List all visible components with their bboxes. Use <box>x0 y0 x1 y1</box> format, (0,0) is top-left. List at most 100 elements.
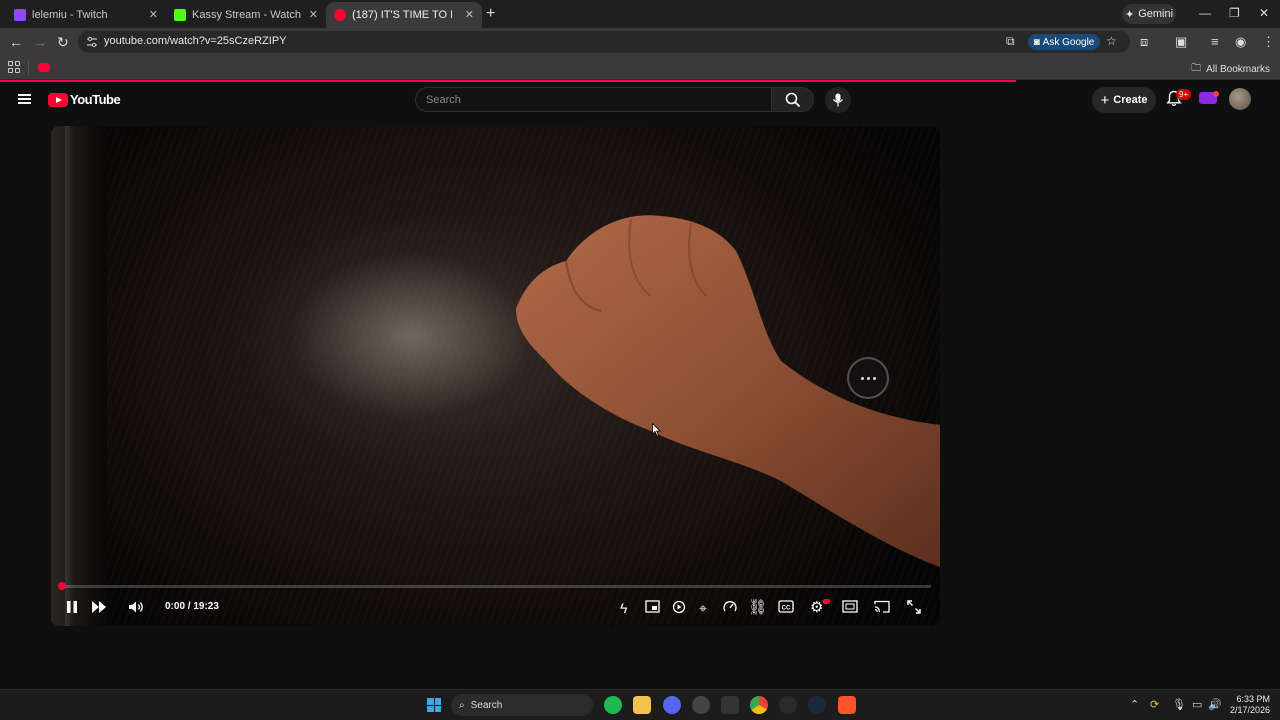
search-field[interactable] <box>415 87 772 112</box>
file-explorer-icon[interactable] <box>633 696 651 714</box>
speaker-icon[interactable]: 🔊 <box>1208 698 1222 711</box>
link-icon[interactable]: ⛓ <box>748 600 767 616</box>
time-display: 0:00 / 19:23 <box>165 601 219 612</box>
close-tab-icon[interactable]: ✕ <box>149 8 158 21</box>
menu-icon[interactable]: ⋮ <box>1262 34 1275 50</box>
app-icon[interactable] <box>779 696 797 714</box>
voice-search-button[interactable] <box>825 87 851 113</box>
create-label: Create <box>1113 94 1148 106</box>
search-input[interactable] <box>426 94 756 106</box>
side-panel-icon[interactable]: ▣ <box>1175 34 1187 50</box>
clip-icon[interactable]: ⌖ <box>699 600 707 616</box>
youtube-bookmark-icon[interactable] <box>38 63 50 72</box>
restore-button[interactable]: ❐ <box>1229 6 1240 20</box>
mouse-cursor-icon <box>652 423 661 437</box>
tab-youtube[interactable]: (187) IT'S TIME TO MOVE O ✕ <box>326 2 482 28</box>
extensions-icon[interactable]: ⧈ <box>1140 34 1148 50</box>
youtube-icon <box>334 9 346 21</box>
reading-list-icon[interactable]: ≡ <box>1211 34 1219 49</box>
seek-knob[interactable] <box>58 582 66 590</box>
apps-grid-icon[interactable] <box>8 61 20 73</box>
show-hidden-icons[interactable]: ⌃ <box>1130 698 1139 711</box>
search-button[interactable] <box>771 87 814 112</box>
discord-icon[interactable] <box>663 696 681 714</box>
browser-tab-strip: lelemiu - Twitch ✕ Kassy Stream - Watch … <box>0 0 1280 28</box>
guide-menu-icon[interactable] <box>18 94 31 104</box>
tab-title: Kassy Stream - Watch Live on K <box>192 9 302 21</box>
close-tab-icon[interactable]: ✕ <box>309 8 318 21</box>
gemini-button[interactable]: ✦ Gemini <box>1122 4 1176 24</box>
omnibox[interactable]: youtube.com/watch?v=25sCzeRZIPY ⧉ ◙ Ask … <box>78 31 1130 53</box>
captions-icon[interactable]: CC <box>778 600 794 613</box>
seek-bar[interactable] <box>58 582 931 590</box>
tab-title: lelemiu - Twitch <box>32 9 108 21</box>
settings-gear-icon[interactable]: ⚙ <box>810 600 823 616</box>
brave-icon[interactable] <box>838 696 856 714</box>
minimize-button[interactable]: — <box>1199 6 1211 20</box>
svg-text:CC: CC <box>782 606 791 612</box>
clock-date: 2/17/2026 <box>1229 705 1270 715</box>
theater-mode-icon[interactable] <box>842 600 858 613</box>
address-toolbar: ← → ↻ youtube.com/watch?v=25sCzeRZIPY ⧉ … <box>0 28 1280 56</box>
create-button[interactable]: + Create <box>1092 87 1156 113</box>
steam-icon[interactable] <box>808 696 826 714</box>
close-window-button[interactable]: ✕ <box>1259 6 1269 20</box>
reload-button[interactable]: ↻ <box>57 34 69 51</box>
search-icon <box>785 92 800 107</box>
lightning-icon[interactable]: ϟ <box>620 600 627 616</box>
ask-google-button[interactable]: ◙ Ask Google <box>1028 34 1100 50</box>
miniplayer-icon[interactable] <box>645 600 660 613</box>
display-icon[interactable]: ▭ <box>1192 698 1202 711</box>
fullscreen-icon[interactable] <box>907 600 921 614</box>
bookmarks-bar: 🗀 All Bookmarks <box>0 56 1280 80</box>
bookmark-star-icon[interactable]: ☆ <box>1106 34 1117 48</box>
sparkle-icon: ✦ <box>1124 8 1135 21</box>
youtube-play-icon <box>48 92 68 107</box>
autoplay-icon[interactable] <box>672 600 686 614</box>
twitch-icon <box>14 9 26 21</box>
back-button[interactable]: ← <box>9 34 23 50</box>
site-settings-icon[interactable] <box>86 36 98 48</box>
youtube-masthead: YouTube + Create 9+ <box>0 82 1268 118</box>
tab-title: (187) IT'S TIME TO MOVE O <box>352 9 452 21</box>
app-icon[interactable] <box>692 696 710 714</box>
new-tab-button[interactable]: + <box>486 5 495 23</box>
url-text: youtube.com/watch?v=25sCzeRZIPY <box>104 35 287 47</box>
bookmark-divider <box>28 61 29 75</box>
next-video-icon[interactable] <box>91 600 108 614</box>
tab-kick[interactable]: Kassy Stream - Watch Live on K ✕ <box>166 2 326 28</box>
forward-button[interactable]: → <box>33 34 47 50</box>
all-bookmarks-button[interactable]: 🗀 All Bookmarks <box>1191 61 1270 78</box>
close-tab-icon[interactable]: ✕ <box>465 8 474 21</box>
notification-count-badge: 9+ <box>1176 89 1192 100</box>
kick-icon <box>174 9 186 21</box>
windows-taskbar: ⌕ Search ⌃ ⟳ 🎙 ▭ 🔊 6:33 PM 2/17/2026 <box>0 689 1280 720</box>
microphone-tray-icon[interactable]: 🎙 <box>1172 698 1186 711</box>
playback-speed-icon[interactable] <box>723 600 737 614</box>
profile-extension-icon[interactable]: ◉ <box>1235 34 1246 50</box>
windows-start-icon[interactable] <box>427 698 441 712</box>
sync-icon[interactable]: ⟳ <box>1150 698 1159 711</box>
ask-google-label: Ask Google <box>1042 36 1095 48</box>
taskbar-search-box[interactable]: ⌕ Search <box>451 694 593 716</box>
spotify-icon[interactable] <box>604 696 622 714</box>
taskbar-search-icon: ⌕ <box>459 699 465 711</box>
system-clock[interactable]: 6:33 PM 2/17/2026 <box>1226 694 1270 716</box>
extension-alert-dot <box>1213 91 1219 97</box>
video-player[interactable]: 0:00 / 19:23 ϟ ⌖ ⛓ CC ⚙ <box>51 126 940 626</box>
lens-icon: ◙ <box>1033 36 1040 48</box>
volume-icon[interactable] <box>128 600 145 614</box>
pause-icon[interactable] <box>66 600 78 614</box>
account-avatar[interactable] <box>1229 88 1251 110</box>
microphone-icon <box>833 93 843 107</box>
loading-spinner <box>847 357 889 399</box>
tab-twitch[interactable]: lelemiu - Twitch ✕ <box>6 2 166 28</box>
cast-icon[interactable] <box>874 600 890 613</box>
door-frame-edge <box>51 126 107 626</box>
chrome-icon[interactable] <box>750 696 768 714</box>
taskbar-search-label: Search <box>470 699 503 711</box>
epic-games-icon[interactable] <box>721 696 739 714</box>
install-app-icon[interactable]: ⧉ <box>1006 34 1015 49</box>
gemini-label: Gemini <box>1138 8 1174 20</box>
youtube-logo[interactable]: YouTube <box>48 92 121 107</box>
